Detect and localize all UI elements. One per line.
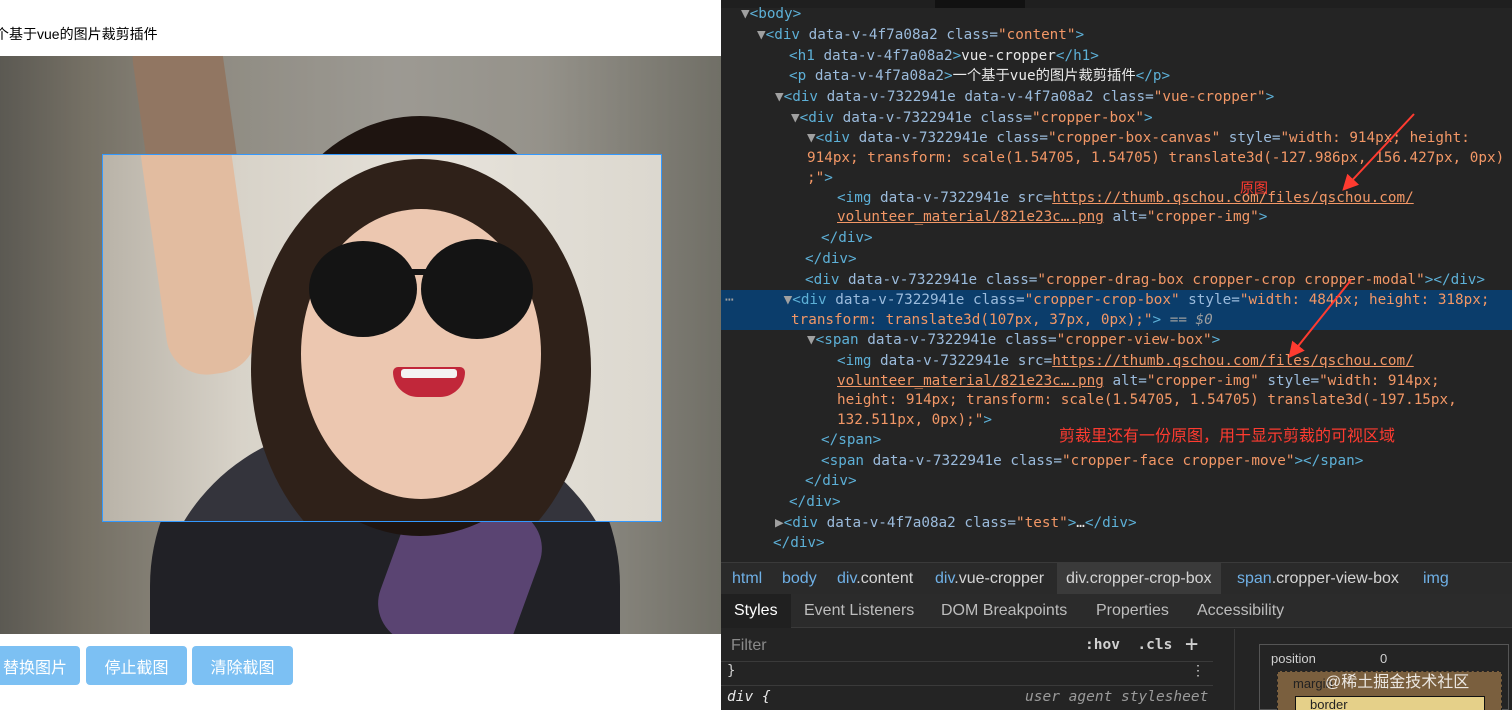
dom-line[interactable]: <div data-v-7322941e class="cropper-drag…: [721, 270, 1512, 290]
breadcrumb-item[interactable]: div.vue-cropper: [926, 563, 1053, 594]
rule-source: user agent stylesheet: [1025, 689, 1209, 705]
dom-line[interactable]: <img data-v-7322941e src=https://thumb.q…: [721, 351, 1512, 371]
breadcrumb-item[interactable]: html: [723, 563, 771, 594]
tab-event-listeners[interactable]: Event Listeners: [791, 594, 927, 628]
demo-page: 个基于vue的图片裁剪插件 替换图片 停止截图 清除截图: [0, 0, 721, 710]
dom-line[interactable]: <img data-v-7322941e src=https://thumb.q…: [721, 188, 1512, 208]
rule-close-brace: }: [727, 663, 736, 679]
annotation-crop-note: 剪裁里还有一份原图，用于显示剪裁的可视区域: [1059, 428, 1396, 445]
breadcrumb-item-active[interactable]: div.cropper-crop-box: [1057, 563, 1221, 594]
breadcrumb-item[interactable]: div.content: [828, 563, 922, 594]
tab-styles[interactable]: Styles: [721, 594, 791, 628]
breadcrumb-item[interactable]: img: [1414, 563, 1458, 594]
hov-cls-toggles[interactable]: :hov .cls: [1085, 637, 1172, 653]
dom-line[interactable]: ▶<div data-v-4f7a08a2 class="test">…</di…: [721, 513, 1512, 533]
box-model-border-label: border: [1310, 697, 1348, 710]
source-photo: [0, 56, 721, 634]
new-style-rule-icon[interactable]: +: [1185, 632, 1198, 657]
box-model-position-label: position: [1271, 651, 1316, 666]
dom-line[interactable]: ▼<body>: [721, 4, 1512, 24]
dom-line-selected[interactable]: transform: translate3d(107px, 37px, 0px)…: [721, 310, 1512, 330]
breadcrumb-item[interactable]: body: [773, 563, 826, 594]
replace-image-button[interactable]: 替换图片: [0, 646, 80, 685]
dom-line[interactable]: <p data-v-4f7a08a2>一个基于vue的图片裁剪插件</p>: [721, 66, 1512, 86]
dom-line[interactable]: ;">: [721, 168, 1512, 188]
tab-dom-breakpoints[interactable]: DOM Breakpoints: [928, 594, 1080, 628]
dom-line[interactable]: </div>: [721, 492, 1512, 512]
dom-line[interactable]: </div>: [721, 533, 1512, 553]
dom-line[interactable]: <span data-v-7322941e class="cropper-fac…: [721, 451, 1512, 471]
dom-line[interactable]: ▼<div data-v-4f7a08a2 class="content">: [721, 25, 1512, 45]
box-model-border: border: [1295, 696, 1485, 710]
dom-line[interactable]: height: 914px; transform: scale(1.54705,…: [721, 390, 1512, 410]
devtools-panel: ▼<body> ▼<div data-v-4f7a08a2 class="con…: [721, 0, 1512, 710]
dom-line[interactable]: ▼<div data-v-7322941e class="cropper-box…: [721, 128, 1512, 148]
sidebar-tabs: Styles Event Listeners DOM Breakpoints P…: [721, 594, 1512, 628]
breadcrumb: html body div.content div.vue-cropper di…: [721, 562, 1512, 594]
dom-line[interactable]: volunteer_material/821e23c….png alt="cro…: [721, 207, 1512, 227]
box-model-position-value[interactable]: 0: [1380, 651, 1387, 666]
stop-crop-button[interactable]: 停止截图: [86, 646, 187, 685]
clear-crop-button[interactable]: 清除截图: [192, 646, 293, 685]
dom-line[interactable]: ▼<div data-v-7322941e data-v-4f7a08a2 cl…: [721, 87, 1512, 107]
dom-line[interactable]: </div>: [721, 228, 1512, 248]
tab-accessibility[interactable]: Accessibility: [1184, 594, 1297, 628]
dom-line[interactable]: 914px; transform: scale(1.54705, 1.54705…: [721, 148, 1512, 168]
crop-box[interactable]: [102, 154, 662, 522]
dom-line[interactable]: ▼<div data-v-7322941e class="cropper-box…: [721, 108, 1512, 128]
dom-line[interactable]: <h1 data-v-4f7a08a2>vue-cropper</h1>: [721, 46, 1512, 66]
styles-filter-input[interactable]: Filter: [731, 637, 767, 655]
dom-line[interactable]: ▼<span data-v-7322941e class="cropper-vi…: [721, 330, 1512, 350]
watermark: @稀土掘金技术社区: [1325, 674, 1470, 691]
dom-line[interactable]: </div>: [721, 249, 1512, 269]
rule-selector: div {: [727, 689, 771, 705]
styles-pane: Filter :hov .cls + } ⋮ div { user agent …: [721, 629, 1233, 710]
page-subtitle: 个基于vue的图片裁剪插件: [0, 26, 158, 42]
dom-line-selected[interactable]: ⋯ ▼<div data-v-7322941e class="cropper-cr…: [721, 290, 1512, 310]
annotation-original: 原图: [1240, 180, 1268, 196]
dom-line[interactable]: volunteer_material/821e23c….png alt="cro…: [721, 371, 1512, 391]
dom-line[interactable]: </div>: [721, 471, 1512, 491]
more-options-icon[interactable]: ⋮: [1191, 663, 1205, 679]
breadcrumb-item[interactable]: span.cropper-view-box: [1228, 563, 1408, 594]
tab-properties[interactable]: Properties: [1083, 594, 1182, 628]
